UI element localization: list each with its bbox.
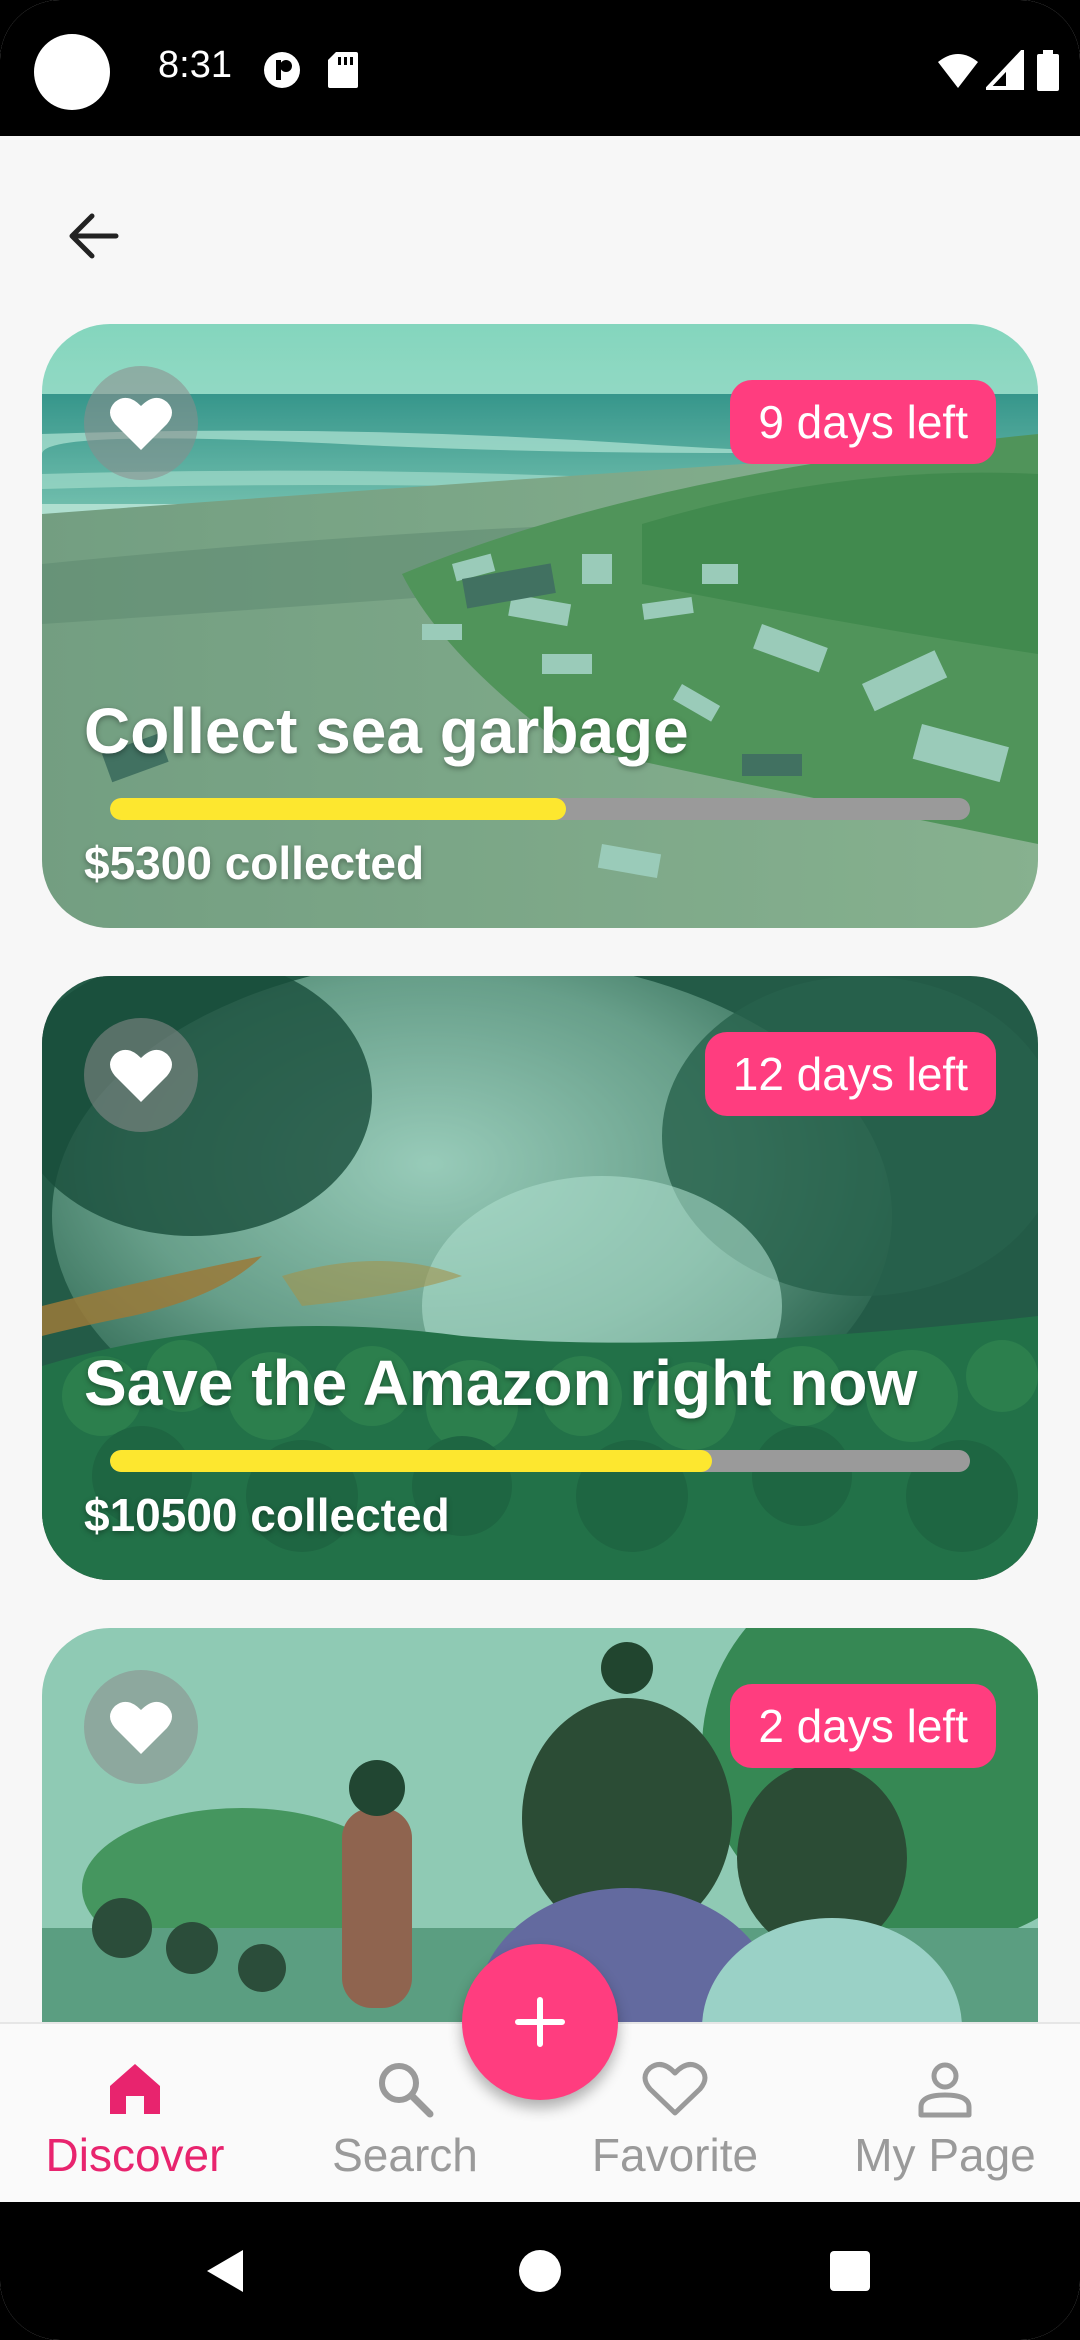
system-home-button[interactable] [480,2202,600,2340]
nav-label: Discover [45,2129,225,2181]
progress-fill [110,1450,712,1472]
nav-item-my-page[interactable]: My Page [810,2024,1080,2204]
add-button[interactable] [462,1944,618,2100]
collected-amount: $5300 collected [84,837,425,889]
arrow-left-icon [69,213,119,259]
campaign-card[interactable]: 9 days left Collect sea garbage $5300 co… [42,324,1038,928]
favorite-button[interactable] [84,366,198,480]
back-button[interactable] [56,198,132,274]
search-icon [379,2063,434,2118]
sd-card-icon [326,50,360,95]
system-back-button[interactable] [166,2202,286,2340]
heart-icon [110,1701,172,1754]
person-icon [918,2062,972,2118]
circle-home-icon [519,2250,561,2292]
home-icon [110,2064,160,2114]
favorite-button[interactable] [84,1670,198,1784]
nav-item-discover[interactable]: Discover [0,2024,270,2204]
system-recents-button[interactable] [790,2202,910,2340]
nav-label: My Page [854,2129,1036,2181]
camera-icon [34,34,110,110]
content-area[interactable]: 9 days left Collect sea garbage $5300 co… [0,136,1080,2022]
triangle-back-icon [207,2250,243,2292]
progress-fill [110,798,566,820]
status-time: 8:31 [158,44,232,86]
campaign-card[interactable]: 12 days left Save the Amazon right now $… [42,976,1038,1580]
nav-label: Search [332,2129,478,2181]
progress-bar [110,798,970,820]
wifi-icon [936,50,980,95]
status-bar: 8:31 [0,0,1080,136]
battery-icon [1036,50,1060,97]
campaign-title: Collect sea garbage [84,695,689,767]
days-left-badge: 12 days left [704,1032,996,1116]
campaign-title: Save the Amazon right now [84,1347,918,1419]
square-recents-icon [830,2251,870,2291]
heart-icon [110,1049,172,1102]
days-left-badge: 2 days left [730,1684,996,1768]
plus-icon [515,1997,565,2047]
collected-amount: $10500 collected [84,1489,450,1541]
heart-icon [110,397,172,450]
signal-icon [983,46,1024,95]
days-left-badge: 9 days left [730,380,996,464]
phone-screen: 8:31 9 days left Collect sea garbage $53… [0,0,1080,2340]
notification-icon [262,50,302,95]
heart-icon [642,2061,708,2116]
nav-label: Favorite [591,2129,759,2181]
favorite-button[interactable] [84,1018,198,1132]
system-navigation-bar [0,2202,1080,2340]
progress-bar [110,1450,970,1472]
